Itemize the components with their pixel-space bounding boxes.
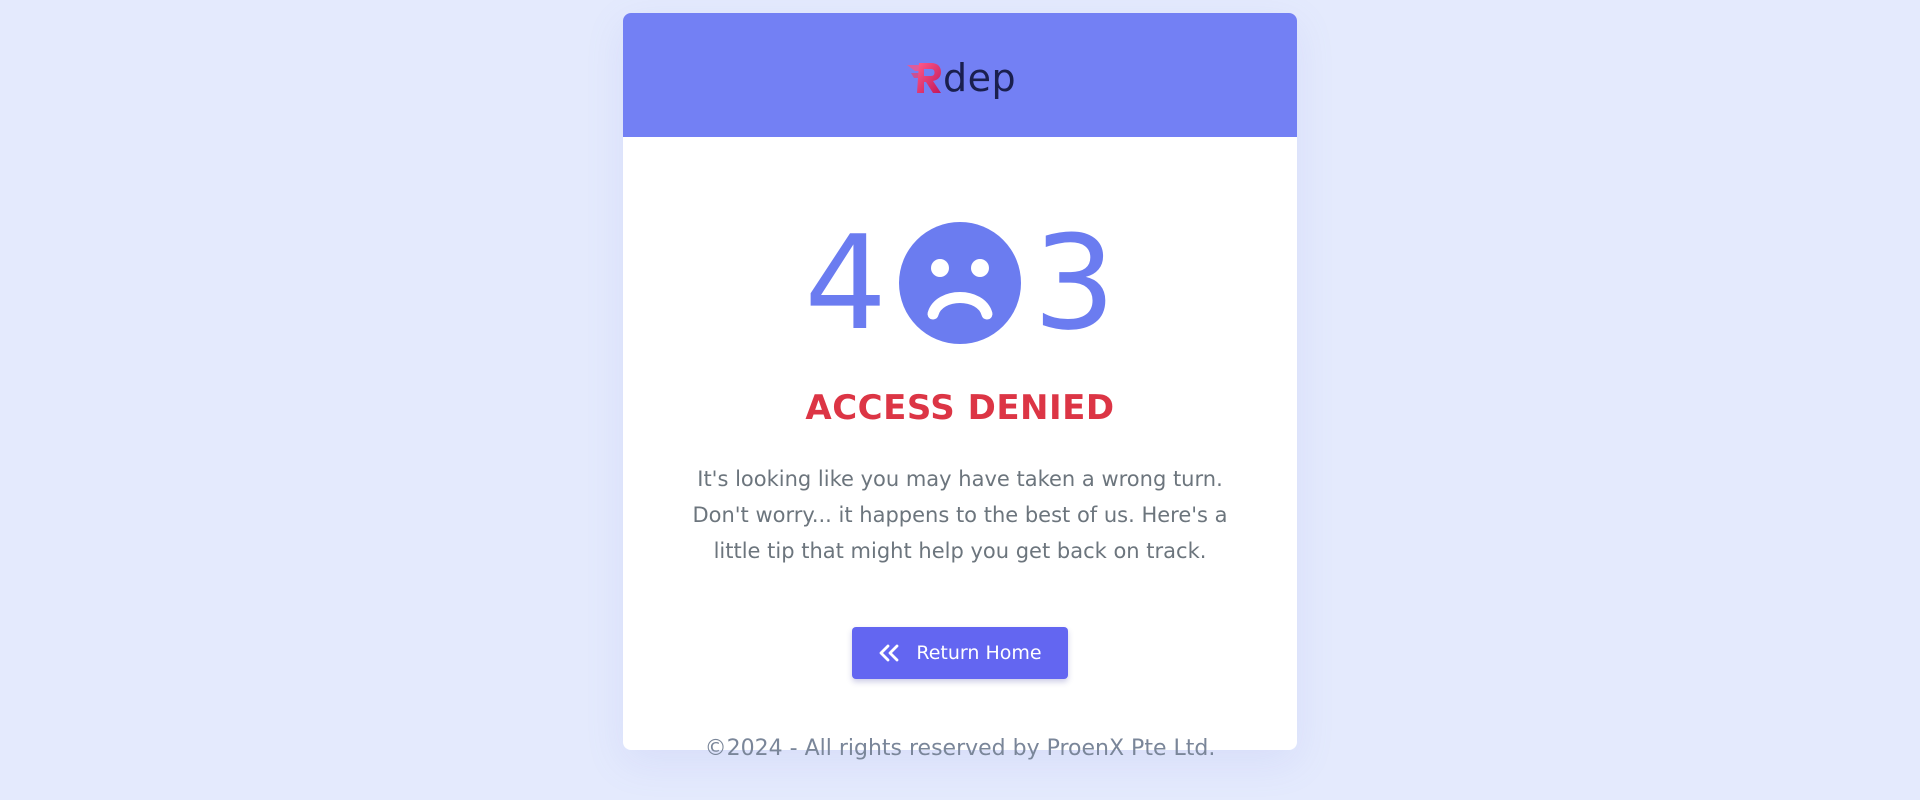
return-home-button[interactable]: Return Home xyxy=(852,627,1068,679)
brand-logo[interactable]: dep xyxy=(905,53,1016,101)
error-digit-right: 3 xyxy=(1033,207,1116,359)
double-chevron-left-icon xyxy=(879,644,899,662)
card-header: dep xyxy=(623,13,1297,137)
footer-copyright: ©2024 - All rights reserved by ProenX Pt… xyxy=(704,736,1216,761)
logo-text: dep xyxy=(943,56,1017,100)
error-card: dep 4 3 ACCESS DENIED It's looking like … xyxy=(623,13,1297,750)
error-headline: ACCESS DENIED xyxy=(805,388,1115,428)
error-code: 4 3 xyxy=(623,218,1297,348)
error-message: It's looking like you may have taken a w… xyxy=(692,467,1228,563)
sad-face-icon xyxy=(899,222,1021,344)
logo-mark-icon xyxy=(907,63,941,93)
return-home-label: Return Home xyxy=(916,642,1042,664)
error-digit-left: 4 xyxy=(804,207,887,359)
